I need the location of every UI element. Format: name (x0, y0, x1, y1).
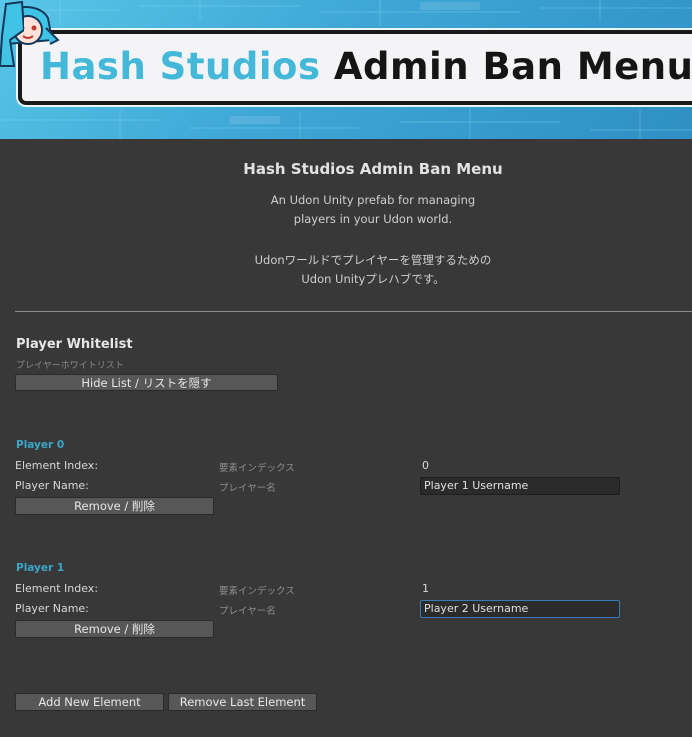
element-index-label-jp: 要素インデックス (219, 463, 295, 474)
hide-list-button[interactable]: Hide List / リストを隠す (15, 374, 278, 391)
page-title: Hash Studios Admin Ban Menu (243, 160, 503, 178)
player-0-label: Player 0 (16, 439, 65, 451)
element-index-label-jp: 要素インデックス (219, 586, 295, 597)
banner-image: Hash Studios Admin Ban Menu (0, 0, 692, 139)
element-index-value: 0 (422, 459, 429, 472)
remove-last-element-button[interactable]: Remove Last Element (168, 693, 317, 711)
mascot-right-icon (0, 0, 24, 67)
player-name-field[interactable]: Player 1 Username (420, 477, 620, 495)
banner-title-text: Admin Ban Menu (333, 45, 692, 88)
player-name-label-jp: プレイヤー名 (219, 606, 276, 617)
element-index-value: 1 (422, 582, 429, 595)
whitelist-subtitle: プレイヤーホワイトリスト (16, 361, 124, 371)
player-name-field[interactable]: Player 2 Username (420, 600, 620, 618)
add-element-button[interactable]: Add New Element (15, 693, 164, 711)
element-index-label: Element Index: (15, 459, 99, 472)
whitelist-title: Player Whitelist (16, 337, 133, 352)
divider (15, 311, 692, 312)
remove-player-0-button[interactable]: Remove / 削除 (15, 497, 214, 515)
player-1-label: Player 1 (16, 562, 65, 574)
player-name-label: Player Name: (15, 602, 89, 615)
description-jp-line1: Udonワールドでプレイヤーを管理するための (254, 253, 492, 267)
description-en-line1: An Udon Unity prefab for managing (270, 193, 476, 207)
description-en-line2: players in your Udon world. (293, 212, 453, 226)
player-name-label-jp: プレイヤー名 (219, 483, 276, 494)
element-index-label: Element Index: (15, 582, 99, 595)
banner-title: Hash Studios Admin Ban Menu (40, 43, 692, 91)
description-jp-line2: Udon Unityプレハブです。 (301, 272, 445, 286)
banner-brand-text: Hash Studios (40, 45, 321, 88)
remove-player-1-button[interactable]: Remove / 削除 (15, 620, 214, 638)
player-name-label: Player Name: (15, 479, 89, 492)
